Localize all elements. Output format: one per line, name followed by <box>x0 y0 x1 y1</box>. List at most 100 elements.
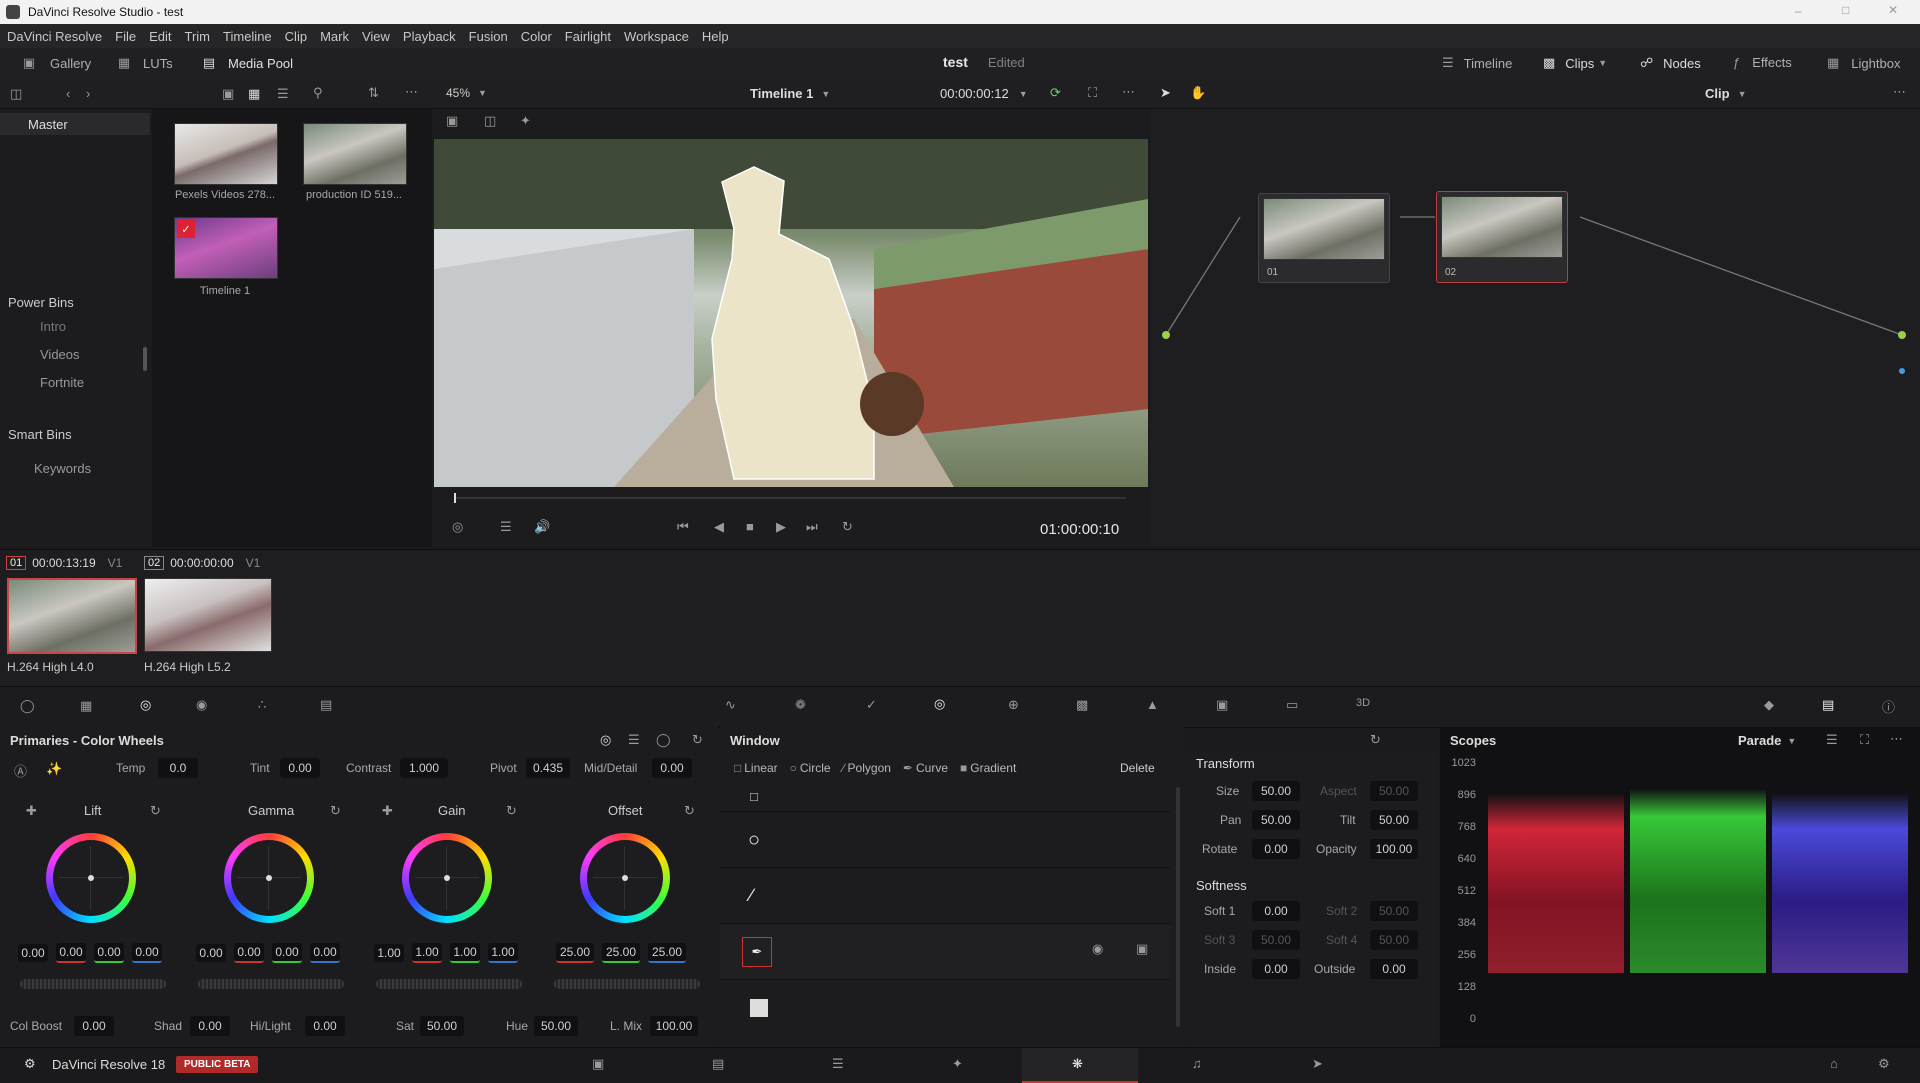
offset-blue[interactable]: 25.00 <box>648 943 686 963</box>
gamma-green[interactable]: 0.00 <box>272 943 302 963</box>
viewer-mode-icon[interactable]: ◎ <box>452 519 463 535</box>
media-thumb-2[interactable] <box>303 123 407 185</box>
menu-timeline[interactable]: Timeline <box>223 29 272 44</box>
volume-icon[interactable]: 🔊 <box>534 519 550 535</box>
chevron-left-icon[interactable]: ‹ <box>66 86 70 101</box>
luts-button[interactable]: ▦ LUTs <box>115 55 173 71</box>
curve-tool[interactable]: ✒ Curve <box>903 761 948 775</box>
soft2-field[interactable]: 50.00 <box>1370 901 1418 921</box>
temp-field[interactable]: 0.0 <box>158 758 198 778</box>
menu-davinci[interactable]: DaVinci Resolve <box>7 29 102 44</box>
deliver-page-icon[interactable]: ➤ <box>1312 1056 1323 1072</box>
offset-reset-icon[interactable]: ↻ <box>684 803 695 819</box>
skip-to-start-icon[interactable]: ⏮ <box>677 519 689 535</box>
menu-clip[interactable]: Clip <box>285 29 307 44</box>
primaries-wheels-mode-icon[interactable]: ◎ <box>600 732 611 748</box>
soft4-field[interactable]: 50.00 <box>1370 930 1418 950</box>
window-reset-icon[interactable]: ↻ <box>1370 732 1381 748</box>
loop-icon[interactable]: ⟳ <box>1050 85 1061 101</box>
lift-master[interactable]: 0.00 <box>18 944 48 962</box>
gain-green[interactable]: 1.00 <box>450 943 480 963</box>
more-options-icon[interactable]: ⋯ <box>1890 731 1903 747</box>
power-bin-videos[interactable]: Videos <box>40 347 80 362</box>
edit-page-icon[interactable]: ☰ <box>832 1056 844 1072</box>
contrast-field[interactable]: 1.000 <box>400 758 448 778</box>
media-page-icon[interactable]: ▣ <box>592 1056 604 1072</box>
gain-wheel[interactable] <box>402 833 492 923</box>
gradient-tool[interactable]: ■ Gradient <box>960 761 1016 775</box>
delete-button[interactable]: Delete <box>1120 761 1155 775</box>
menu-workspace[interactable]: Workspace <box>624 29 689 44</box>
node-01[interactable]: 01 <box>1258 193 1390 283</box>
offset-red[interactable]: 25.00 <box>556 943 594 963</box>
clip-01-thumb[interactable] <box>7 578 137 654</box>
media-pool-button[interactable]: ▤ Media Pool <box>200 55 293 71</box>
window-row-gradient[interactable] <box>720 981 1170 1035</box>
gamma-red[interactable]: 0.00 <box>234 943 264 963</box>
gain-reset-icon[interactable]: ↻ <box>506 803 517 819</box>
pointer-icon[interactable]: ➤ <box>1160 85 1171 101</box>
lmix-field[interactable]: 100.00 <box>650 1016 698 1036</box>
timeline-dropdown[interactable]: Timeline 1 ▼ <box>750 86 830 101</box>
menu-playback[interactable]: Playback <box>403 29 456 44</box>
reset-icon[interactable]: ↻ <box>692 732 703 748</box>
color-page-tab[interactable]: ❋ <box>1022 1048 1138 1083</box>
media-thumb-timeline[interactable]: ✓ <box>174 217 278 279</box>
scope-expand-icon[interactable]: ⛶ <box>1860 732 1869 748</box>
key-icon[interactable]: ▣ <box>1216 697 1228 713</box>
inside-field[interactable]: 0.00 <box>1252 959 1300 979</box>
split-view-icon[interactable]: ◫ <box>484 113 496 129</box>
hdr-wheels-icon[interactable]: ◉ <box>196 697 207 713</box>
shad-field[interactable]: 0.00 <box>190 1016 230 1036</box>
offset-green[interactable]: 25.00 <box>602 943 640 963</box>
opacity-field[interactable]: 100.00 <box>1370 839 1418 859</box>
menu-view[interactable]: View <box>362 29 390 44</box>
polygon-tool[interactable]: ∕ Polygon <box>843 761 891 775</box>
scope-mode-dropdown[interactable]: Parade ▼ <box>1738 733 1796 748</box>
home-icon[interactable]: ⌂ <box>1830 1056 1838 1071</box>
tilt-field[interactable]: 50.00 <box>1370 810 1418 830</box>
layers-icon[interactable]: ☰ <box>500 519 512 535</box>
step-back-icon[interactable]: ◀ <box>714 519 724 535</box>
window-row-circle[interactable]: ○ <box>720 813 1170 868</box>
gamma-master-wheel[interactable] <box>198 979 344 989</box>
sat-field[interactable]: 50.00 <box>420 1016 464 1036</box>
gain-blue[interactable]: 1.00 <box>488 943 518 963</box>
gamma-wheel[interactable] <box>224 833 314 923</box>
camera-raw-icon[interactable]: ◯ <box>20 698 35 714</box>
gamma-reset-icon[interactable]: ↻ <box>330 803 341 819</box>
motion-effects-icon[interactable]: ▤ <box>320 697 332 713</box>
more-options-icon[interactable]: ⋯ <box>1893 84 1906 100</box>
tracker-icon[interactable]: ⊕ <box>1008 697 1019 713</box>
menu-fusion[interactable]: Fusion <box>469 29 508 44</box>
tint-field[interactable]: 0.00 <box>280 758 320 778</box>
hilight-field[interactable]: 0.00 <box>305 1016 345 1036</box>
panel-toggle-icon[interactable]: ◫ <box>10 86 22 102</box>
more-options-icon[interactable]: ⋯ <box>1122 84 1135 100</box>
power-bin-intro[interactable]: Intro <box>40 319 66 334</box>
node-02[interactable]: 02 <box>1436 191 1568 283</box>
lift-master-wheel[interactable] <box>20 979 166 989</box>
search-icon[interactable]: ⚲ <box>313 85 323 101</box>
gain-master-wheel[interactable] <box>376 979 522 989</box>
outside-field[interactable]: 0.00 <box>1370 959 1418 979</box>
viewer-image[interactable] <box>434 139 1148 487</box>
node-mode-dropdown[interactable]: Clip ▼ <box>1705 86 1746 101</box>
stop-icon[interactable]: ■ <box>746 519 754 534</box>
cut-page-icon[interactable]: ▤ <box>712 1056 724 1072</box>
lift-red[interactable]: 0.00 <box>56 943 86 963</box>
rgb-mixer-icon[interactable]: ∴ <box>258 697 266 713</box>
playhead-marker[interactable] <box>454 493 456 503</box>
skip-to-end-icon[interactable]: ⏭ <box>806 519 818 535</box>
timeline-button[interactable]: ☰ Timeline <box>1442 55 1512 71</box>
chevron-right-icon[interactable]: › <box>86 86 90 101</box>
fairlight-page-icon[interactable]: ♫ <box>1192 1056 1202 1071</box>
window-list-scrollbar[interactable] <box>1176 787 1180 1027</box>
gain-master[interactable]: 1.00 <box>374 944 404 962</box>
middetail-field[interactable]: 0.00 <box>652 758 692 778</box>
menu-trim[interactable]: Trim <box>185 29 211 44</box>
master-bin[interactable]: Master <box>0 113 150 135</box>
clips-button[interactable]: ▩ Clips ▼ <box>1543 55 1607 71</box>
keyframes-icon[interactable]: ◆ <box>1764 697 1774 713</box>
smart-bin-keywords[interactable]: Keywords <box>34 461 91 476</box>
